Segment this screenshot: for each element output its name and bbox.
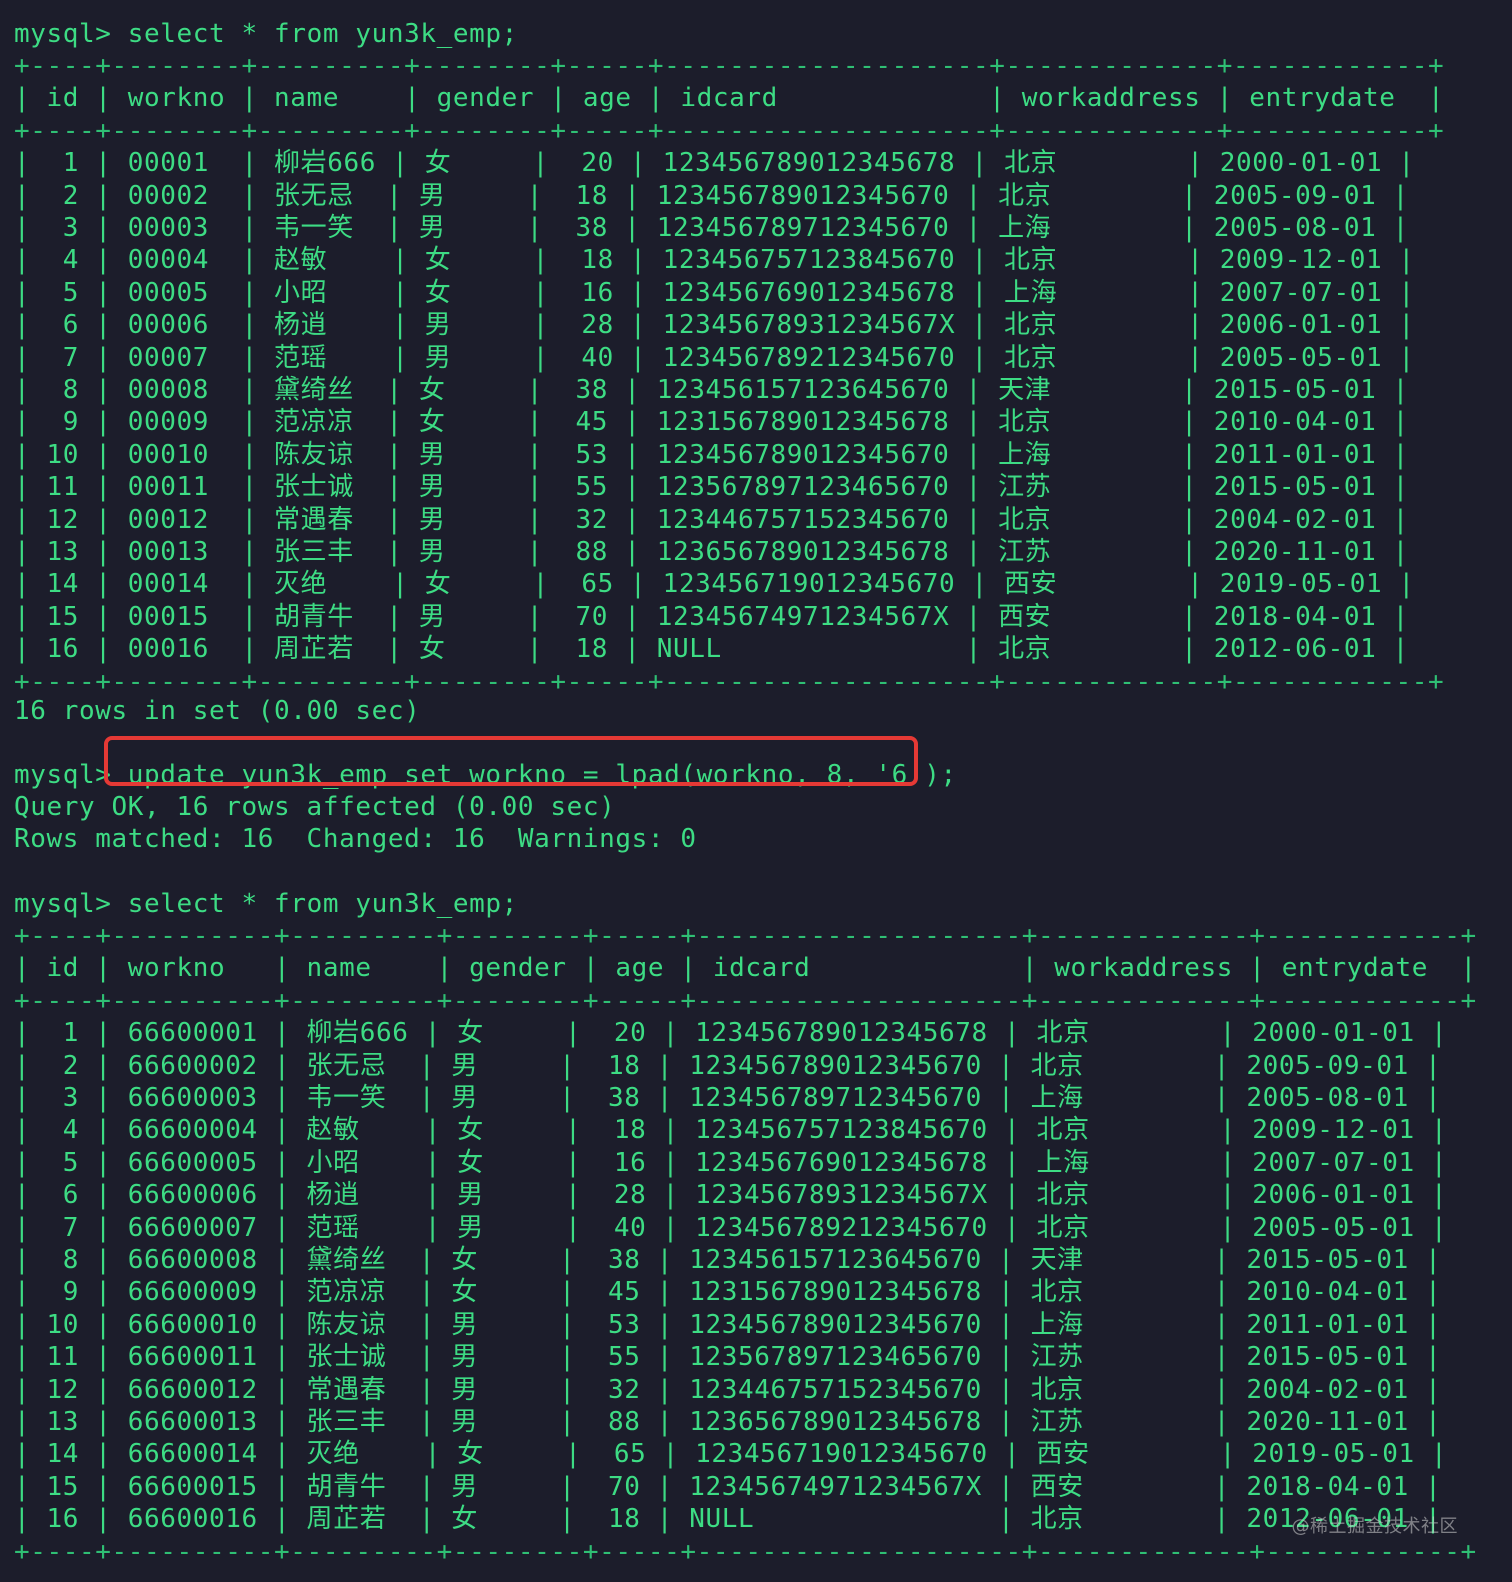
command-text: update yun3k_emp set workno = lpad(workn… bbox=[127, 760, 957, 790]
prompt: mysql> bbox=[14, 889, 128, 919]
table-row: | 5 | 00005 | 小昭 | 女 | 16 | 123456769012… bbox=[14, 277, 1415, 308]
table-row: | 6 | 00006 | 杨逍 | 男 | 28 | 123456789312… bbox=[14, 310, 1415, 341]
table-row: | 16 | 00016 | 周芷若 | 女 | 18 | NULL | 北京 … bbox=[14, 634, 1409, 665]
table-row: | 15 | 66600015 | 胡青牛 | 男 | 70 | 1234567… bbox=[14, 1471, 1442, 1502]
table-border: +----+--------+---------+--------+-----+… bbox=[14, 115, 1445, 146]
table-row: | 9 | 00009 | 范凉凉 | 女 | 45 | 12315678901… bbox=[14, 407, 1409, 438]
table-row: | 6 | 66600006 | 杨逍 | 男 | 28 | 123456789… bbox=[14, 1180, 1448, 1211]
table-border: +----+----------+---------+--------+----… bbox=[14, 1536, 1477, 1567]
table-row: | 14 | 66600014 | 灭绝 | 女 | 65 | 12345671… bbox=[14, 1439, 1448, 1470]
update-result-line-1: Query OK, 16 rows affected (0.00 sec) bbox=[14, 792, 616, 822]
table-header: | id | workno | name | gender | age | id… bbox=[14, 953, 1477, 984]
result-footer: 16 rows in set (0.00 sec) bbox=[14, 696, 421, 726]
table-row: | 4 | 66600004 | 赵敏 | 女 | 18 | 123456757… bbox=[14, 1115, 1448, 1146]
table-row: | 2 | 00002 | 张无忌 | 男 | 18 | 12345678901… bbox=[14, 180, 1409, 211]
prompt-line-select-1: mysql> select * from yun3k_emp; bbox=[14, 18, 518, 50]
table-row: | 8 | 00008 | 黛绮丝 | 女 | 38 | 12345615712… bbox=[14, 375, 1409, 405]
table-row: | 3 | 66600003 | 韦一笑 | 男 | 38 | 12345678… bbox=[14, 1083, 1442, 1113]
table-row: | 11 | 00011 | 张士诚 | 男 | 55 | 1235678971… bbox=[14, 472, 1409, 503]
prompt: mysql> bbox=[14, 760, 128, 790]
table-header: | id | workno | name | gender | age | id… bbox=[14, 83, 1445, 114]
terminal-window[interactable]: mysql> select * from yun3k_emp; 16 rows … bbox=[14, 18, 1504, 1578]
table-row: | 5 | 66600005 | 小昭 | 女 | 16 | 123456769… bbox=[14, 1147, 1448, 1178]
table-row: | 8 | 66600008 | 黛绮丝 | 女 | 38 | 12345615… bbox=[14, 1245, 1442, 1275]
table-row: | 16 | 66600016 | 周芷若 | 女 | 18 | NULL | … bbox=[14, 1504, 1442, 1535]
table-row: | 10 | 00010 | 陈友谅 | 男 | 53 | 1234567890… bbox=[14, 439, 1409, 470]
table-row: | 7 | 00007 | 范瑶 | 男 | 40 | 123456789212… bbox=[14, 342, 1415, 373]
table-row: | 1 | 00001 | 柳岩666 | 女 | 20 | 123456789… bbox=[14, 148, 1415, 179]
prompt-line-update: mysql> update yun3k_emp set workno = lpa… bbox=[14, 759, 957, 791]
table-border: +----+--------+---------+--------+-----+… bbox=[14, 666, 1445, 697]
table-border: +----+----------+---------+--------+----… bbox=[14, 921, 1477, 951]
update-result-line-2: Rows matched: 16 Changed: 16 Warnings: 0 bbox=[14, 824, 697, 854]
table-row: | 15 | 00015 | 胡青牛 | 男 | 70 | 1234567497… bbox=[14, 601, 1409, 632]
prompt: mysql> bbox=[14, 19, 128, 49]
table-row: | 14 | 00014 | 灭绝 | 女 | 65 | 12345671901… bbox=[14, 569, 1415, 600]
command-text: select * from yun3k_emp; bbox=[127, 19, 518, 49]
command-text: select * from yun3k_emp; bbox=[127, 889, 518, 919]
table-row: | 7 | 66600007 | 范瑶 | 男 | 40 | 123456789… bbox=[14, 1212, 1448, 1243]
table-row: | 4 | 00004 | 赵敏 | 女 | 18 | 123456757123… bbox=[14, 245, 1415, 276]
table-row: | 2 | 66600002 | 张无忌 | 男 | 18 | 12345678… bbox=[14, 1050, 1442, 1081]
table-row: | 12 | 66600012 | 常遇春 | 男 | 32 | 1234467… bbox=[14, 1374, 1442, 1405]
watermark: @稀土掘金技术社区 bbox=[1291, 1516, 1458, 1537]
table-row: | 13 | 00013 | 张三丰 | 男 | 88 | 1236567890… bbox=[14, 537, 1409, 567]
table-row: | 10 | 66600010 | 陈友谅 | 男 | 53 | 1234567… bbox=[14, 1309, 1442, 1340]
table-row: | 1 | 66600001 | 柳岩666 | 女 | 20 | 123456… bbox=[14, 1018, 1448, 1049]
table-row: | 12 | 00012 | 常遇春 | 男 | 32 | 1234467571… bbox=[14, 504, 1409, 535]
prompt-line-select-2: mysql> select * from yun3k_emp; bbox=[14, 888, 518, 920]
table-row: | 11 | 66600011 | 张士诚 | 男 | 55 | 1235678… bbox=[14, 1342, 1442, 1373]
table-row: | 3 | 00003 | 韦一笑 | 男 | 38 | 12345678971… bbox=[14, 213, 1409, 243]
table-border: +----+--------+---------+--------+-----+… bbox=[14, 51, 1445, 81]
table-row: | 13 | 66600013 | 张三丰 | 男 | 88 | 1236567… bbox=[14, 1407, 1442, 1437]
table-border: +----+----------+---------+--------+----… bbox=[14, 985, 1477, 1016]
table-row: | 9 | 66600009 | 范凉凉 | 女 | 45 | 12315678… bbox=[14, 1277, 1442, 1308]
